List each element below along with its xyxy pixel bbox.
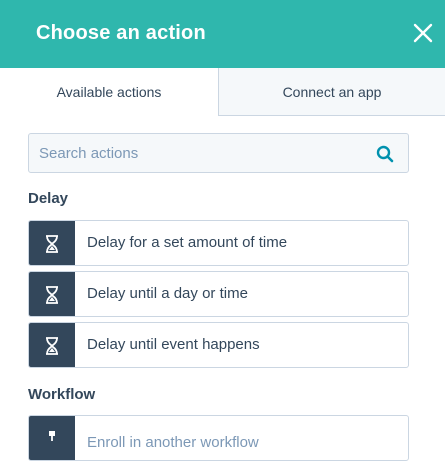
action-label: Delay until a day or time xyxy=(87,285,248,302)
search-icon[interactable] xyxy=(376,145,394,163)
dialog-title: Choose an action xyxy=(36,22,206,44)
hourglass-icon xyxy=(29,221,75,265)
action-delay-day-time[interactable]: Delay until a day or time xyxy=(28,271,409,317)
action-label: Delay for a set amount of time xyxy=(87,234,288,251)
tab-available-actions[interactable]: Available actions xyxy=(0,68,219,116)
search-input[interactable] xyxy=(39,134,369,172)
hourglass-icon xyxy=(29,272,75,316)
search-box xyxy=(28,133,409,173)
action-delay-event[interactable]: Delay until event happens xyxy=(28,322,409,368)
tab-connect-an-app[interactable]: Connect an app xyxy=(219,68,445,116)
action-enroll-workflow[interactable]: Enroll in another workflow xyxy=(28,415,409,461)
workflow-icon xyxy=(29,416,75,460)
dialog-header: Choose an action xyxy=(0,0,445,68)
section-title-delay: Delay xyxy=(28,190,69,207)
hourglass-icon xyxy=(29,323,75,367)
close-icon[interactable] xyxy=(412,22,434,44)
action-label: Delay until event happens xyxy=(87,336,260,353)
section-title-workflow: Workflow xyxy=(28,386,96,403)
action-label: Enroll in another workflow xyxy=(87,434,259,451)
action-delay-set-time[interactable]: Delay for a set amount of time xyxy=(28,220,409,266)
tab-bar: Available actions Connect an app xyxy=(0,68,445,116)
